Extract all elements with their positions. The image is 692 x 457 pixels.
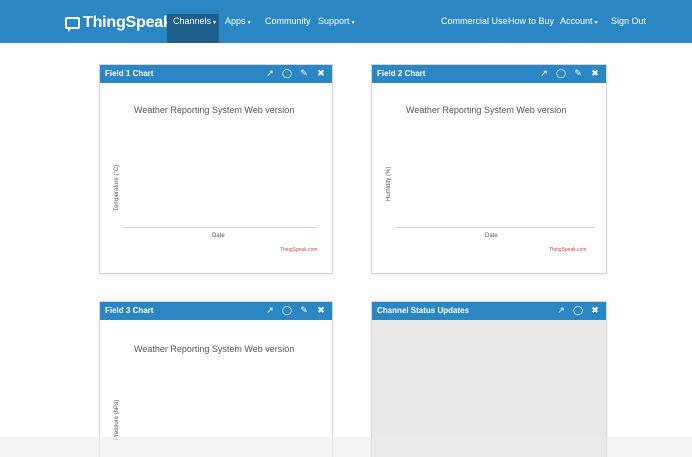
nav-community[interactable]: Community xyxy=(265,14,311,36)
comment-icon[interactable]: ◯ xyxy=(282,305,292,316)
top-navbar: ThingSpeak ™ Channels▾ Apps▾ Community S… xyxy=(0,0,692,43)
field-1-chart-panel: Field 1 Chart ↗ ◯ ✎ ✖ Weather Reporting … xyxy=(99,64,333,274)
field-3-chart-panel: Field 3 Chart ↗ ◯ ✎ ✖ Weather Reporting … xyxy=(99,301,333,457)
chevron-down-icon: ▾ xyxy=(351,20,355,26)
panel-toolbar: ↗ ◯ ✖ xyxy=(556,305,600,316)
nav-account-label: Account xyxy=(560,16,593,26)
close-icon[interactable]: ✖ xyxy=(590,305,600,316)
panel-header: Field 2 Chart ↗ ◯ ✎ ✖ xyxy=(372,65,606,83)
x-axis-label: Date xyxy=(212,233,225,239)
panel-title: Field 2 Chart xyxy=(377,69,426,78)
panel-header: Field 1 Chart ↗ ◯ ✎ ✖ xyxy=(100,65,332,83)
panel-header: Channel Status Updates ↗ ◯ ✖ xyxy=(372,302,606,320)
x-axis-label: Date xyxy=(485,233,498,239)
y-axis-label: Humidity (%) xyxy=(386,166,392,201)
pencil-icon[interactable]: ✎ xyxy=(299,305,309,316)
y-axis-label: Temperature (°C) xyxy=(114,164,120,211)
panel-toolbar: ↗ ◯ ✎ ✖ xyxy=(539,68,600,79)
chat-bubble-icon xyxy=(65,17,80,32)
external-link-icon[interactable]: ↗ xyxy=(265,305,275,316)
field-2-chart-panel: Field 2 Chart ↗ ◯ ✎ ✖ Weather Reporting … xyxy=(371,64,607,274)
thingspeak-credit-link[interactable]: ThingSpeak.com xyxy=(549,247,587,253)
nav-support-label: Support xyxy=(318,16,350,26)
nav-how-to-buy[interactable]: How to Buy xyxy=(508,14,554,36)
panel-title: Field 1 Chart xyxy=(105,69,154,78)
nav-account[interactable]: Account ▾ xyxy=(560,14,598,36)
chart-title: Weather Reporting System Web version xyxy=(406,105,567,115)
external-link-icon[interactable]: ↗ xyxy=(556,305,566,316)
bottom-edge-fade xyxy=(0,437,692,457)
comment-icon[interactable]: ◯ xyxy=(282,68,292,79)
pencil-icon[interactable]: ✎ xyxy=(299,68,309,79)
nav-sign-out[interactable]: Sign Out xyxy=(611,14,646,36)
panel-header: Field 3 Chart ↗ ◯ ✎ ✖ xyxy=(100,302,332,320)
nav-apps[interactable]: Apps ▾ xyxy=(225,14,251,36)
close-icon[interactable]: ✖ xyxy=(316,68,326,79)
nav-commercial-use[interactable]: Commercial Use xyxy=(441,14,508,36)
nav-community-label: Community xyxy=(265,16,311,26)
chart-title: Weather Reporting System Web version xyxy=(134,344,295,354)
thingspeak-credit-link[interactable]: ThingSpeak.com xyxy=(280,247,318,253)
chart-title: Weather Reporting System Web version xyxy=(134,105,295,115)
external-link-icon[interactable]: ↗ xyxy=(539,68,549,79)
close-icon[interactable]: ✖ xyxy=(590,68,600,79)
channel-status-panel: Channel Status Updates ↗ ◯ ✖ xyxy=(371,301,607,457)
thingspeak-logo[interactable]: ThingSpeak ™ xyxy=(65,12,180,34)
pencil-icon[interactable]: ✎ xyxy=(573,68,583,79)
x-axis-line xyxy=(396,227,594,228)
y-axis-label: Pressure (hPa) xyxy=(114,399,120,440)
nav-commercial-use-label: Commercial Use xyxy=(441,16,508,26)
nav-apps-label: Apps xyxy=(225,16,246,26)
comment-icon[interactable]: ◯ xyxy=(573,305,583,316)
nav-channels[interactable]: Channels ▾ xyxy=(173,14,216,36)
nav-how-to-buy-label: How to Buy xyxy=(508,16,555,26)
nav-channels-label: Channels xyxy=(173,16,212,26)
chevron-down-icon: ▾ xyxy=(594,20,598,26)
nav-support[interactable]: Support ▾ xyxy=(318,14,355,36)
brand-name: ThingSpeak xyxy=(83,14,172,31)
panel-title: Field 3 Chart xyxy=(105,306,154,315)
chevron-down-icon: ▾ xyxy=(247,20,251,26)
x-axis-line xyxy=(122,227,318,228)
panel-toolbar: ↗ ◯ ✎ ✖ xyxy=(265,305,326,316)
nav-sign-out-label: Sign Out xyxy=(611,16,647,26)
panel-title: Channel Status Updates xyxy=(377,306,470,315)
panel-toolbar: ↗ ◯ ✎ ✖ xyxy=(265,68,326,79)
chevron-down-icon: ▾ xyxy=(213,20,217,26)
external-link-icon[interactable]: ↗ xyxy=(265,68,275,79)
close-icon[interactable]: ✖ xyxy=(316,305,326,316)
comment-icon[interactable]: ◯ xyxy=(556,68,566,79)
